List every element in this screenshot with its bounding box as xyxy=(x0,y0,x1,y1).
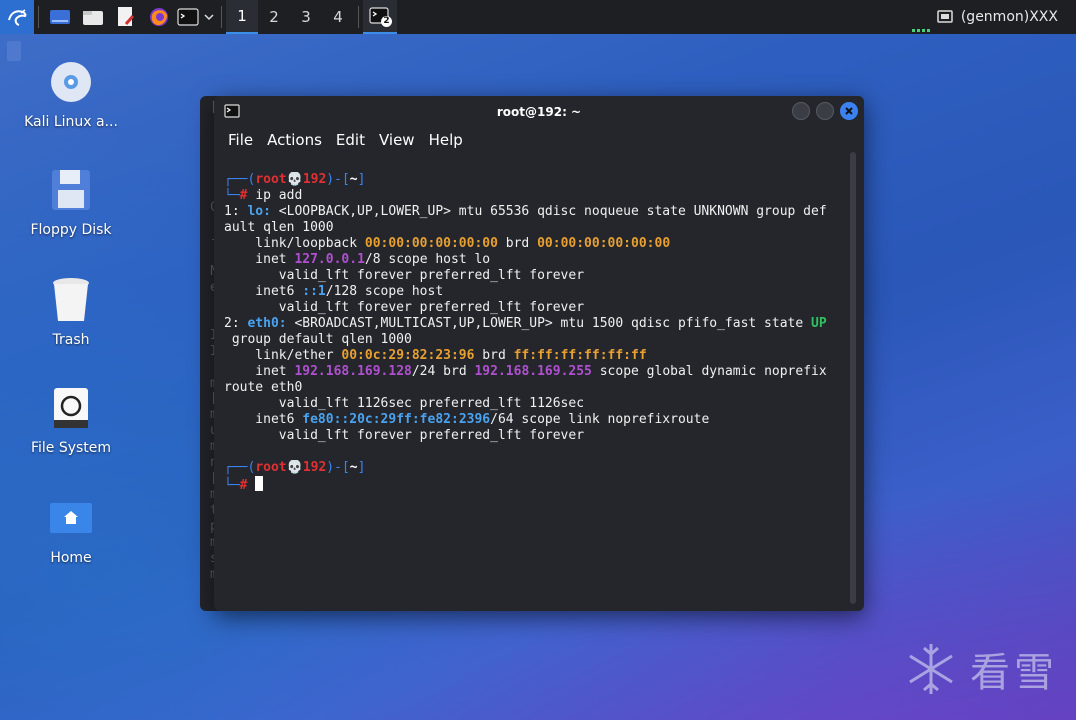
genmon-icon xyxy=(937,10,953,23)
firefox-icon xyxy=(149,8,168,26)
folder-icon xyxy=(82,11,103,25)
close-icon xyxy=(845,107,853,115)
taskbar-terminal-group[interactable]: 2 xyxy=(363,0,397,34)
output-line: 2: eth0: <BROADCAST,MULTICAST,UP,LOWER_U… xyxy=(224,316,827,331)
output-line: inet6 fe80::20c:29ff:fe82:2396/64 scope … xyxy=(224,412,710,427)
hard-drive-icon xyxy=(47,384,95,432)
top-panel: 1 2 3 4 2 (genmon)XXX xyxy=(0,0,1076,34)
terminal-icon xyxy=(224,104,240,118)
genmon-label[interactable]: (genmon)XXX xyxy=(961,9,1058,25)
text-editor-icon xyxy=(117,7,134,26)
menu-help[interactable]: Help xyxy=(429,131,463,149)
workspace-3[interactable]: 3 xyxy=(290,0,322,34)
skull-icon: 💀 xyxy=(286,172,303,187)
terminal-window[interactable]: root@192: ~ File Actions Edit View Help … xyxy=(214,96,864,611)
trash-icon xyxy=(47,276,95,324)
desktop-icon-label: Home xyxy=(50,550,92,566)
workspace-4[interactable]: 4 xyxy=(322,0,354,34)
menu-file[interactable]: File xyxy=(228,131,253,149)
workspace-2[interactable]: 2 xyxy=(258,0,290,34)
show-desktop-button[interactable] xyxy=(43,0,76,34)
close-button[interactable] xyxy=(840,102,858,120)
menu-edit[interactable]: Edit xyxy=(336,131,365,149)
file-manager-launcher[interactable] xyxy=(76,0,109,34)
maximize-button[interactable] xyxy=(816,102,834,120)
desktop-icon-home[interactable]: Home xyxy=(16,494,126,566)
command-text: ip add xyxy=(255,188,303,203)
output-line: inet6 ::1/128 scope host xyxy=(224,284,444,299)
output-line: inet 192.168.169.128/24 brd 192.168.169.… xyxy=(224,364,827,379)
output-line: valid_lft 1126sec preferred_lft 1126sec xyxy=(224,396,585,411)
panel-separator xyxy=(38,6,39,28)
terminal-scrollbar[interactable] xyxy=(850,152,856,604)
minimize-button[interactable] xyxy=(792,102,810,120)
firefox-launcher[interactable] xyxy=(142,0,175,34)
prompt-line: ┌──(root💀192)-[~] xyxy=(224,460,366,475)
desktop-icon-file-system[interactable]: File System xyxy=(16,384,126,456)
watermark-text: 看雪 xyxy=(970,650,1058,696)
terminal-menubar: File Actions Edit View Help xyxy=(214,128,864,152)
terminal-icon xyxy=(177,8,199,26)
floppy-disk-icon xyxy=(47,166,95,214)
panel-separator xyxy=(358,6,359,28)
command-line: └─# ip add xyxy=(224,188,303,203)
output-line: ault qlen 1000 xyxy=(224,220,334,235)
kali-menu-button[interactable] xyxy=(0,0,34,34)
output-line: valid_lft forever preferred_lft forever xyxy=(224,268,585,283)
output-line: route eth0 xyxy=(224,380,303,395)
desktop-icon-label: Trash xyxy=(52,332,90,348)
text-editor-launcher[interactable] xyxy=(109,0,142,34)
kali-dragon-icon xyxy=(8,9,27,26)
window-count-badge: 2 xyxy=(381,16,392,27)
desktop-icon-label: Floppy Disk xyxy=(30,222,112,238)
text-cursor xyxy=(255,476,264,491)
desktop-icon-label: File System xyxy=(30,440,112,456)
menu-actions[interactable]: Actions xyxy=(267,131,322,149)
terminal-titlebar[interactable]: root@192: ~ xyxy=(214,96,864,128)
window-controls xyxy=(792,102,858,120)
output-line: inet 127.0.0.1/8 scope host lo xyxy=(224,252,491,267)
output-line: valid_lft forever preferred_lft forever xyxy=(224,428,585,443)
input-line[interactable]: └─# xyxy=(224,476,842,492)
desktop-icon xyxy=(49,10,70,24)
output-line: link/loopback 00:00:00:00:00:00 brd 00:0… xyxy=(224,236,671,251)
optical-disc-icon xyxy=(47,58,95,106)
terminal-launcher[interactable] xyxy=(175,0,201,34)
home-folder-icon xyxy=(47,494,95,542)
desktop-icon-kali-linux[interactable]: Kali Linux a... xyxy=(16,58,126,130)
activity-indicator xyxy=(912,29,932,32)
panel-right-area: (genmon)XXX xyxy=(937,0,1076,34)
desktop-icon-label: Kali Linux a... xyxy=(24,114,118,130)
chevron-down-icon xyxy=(204,14,214,21)
desktop-icon-trash[interactable]: Trash xyxy=(16,276,126,348)
skull-icon: 💀 xyxy=(286,460,303,475)
watermark: 看雪 xyxy=(906,640,1058,698)
desktop-icon-floppy-disk[interactable]: Floppy Disk xyxy=(16,166,126,238)
terminal-output[interactable]: ┌──(root💀192)-[~] └─# ip add 1: lo: <LOO… xyxy=(224,172,842,602)
window-title: root@192: ~ xyxy=(496,105,582,119)
output-line: group default qlen 1000 xyxy=(224,332,412,347)
output-line: valid_lft forever preferred_lft forever xyxy=(224,300,585,315)
prompt-line: ┌──(root💀192)-[~] xyxy=(224,172,366,187)
snowflake-logo-icon xyxy=(909,644,953,694)
menu-view[interactable]: View xyxy=(379,131,415,149)
output-line: 1: lo: <LOOPBACK,UP,LOWER_UP> mtu 65536 … xyxy=(224,204,827,219)
panel-separator xyxy=(221,6,222,28)
workspace-1[interactable]: 1 xyxy=(226,0,258,34)
terminal-launcher-dropdown[interactable] xyxy=(201,0,217,34)
output-line: link/ether 00:0c:29:82:23:96 brd ff:ff:f… xyxy=(224,348,647,363)
